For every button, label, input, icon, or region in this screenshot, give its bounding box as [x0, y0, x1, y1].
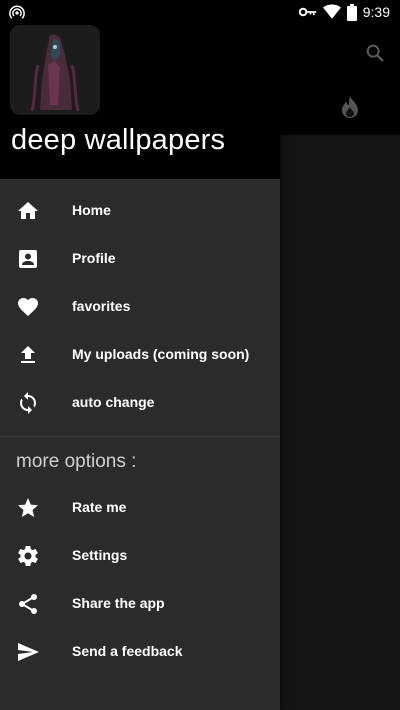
- avatar-artwork: [10, 25, 100, 115]
- battery-icon: [346, 3, 357, 21]
- star-icon: [18, 498, 38, 517]
- menu-item-label: Send a feedback: [72, 643, 183, 659]
- section-title-text: more options :: [16, 451, 137, 472]
- app-avatar[interactable]: [10, 25, 100, 115]
- more-options-heading: more options :: [0, 437, 280, 485]
- heart-icon: [18, 298, 38, 316]
- menu-item-label: Rate me: [72, 499, 127, 515]
- menu-item-settings[interactable]: Settings: [0, 532, 280, 580]
- menu-item-label: auto change: [72, 394, 155, 410]
- menu-item-rate-me[interactable]: Rate me: [0, 484, 280, 532]
- status-bar: 9:39: [0, 0, 400, 24]
- profile-icon: [19, 250, 37, 268]
- home-icon: [18, 202, 38, 219]
- menu-item-label: Home: [72, 202, 111, 218]
- menu-item-label: favorites: [72, 298, 131, 314]
- fire-icon[interactable]: [340, 95, 360, 119]
- share-icon: [19, 594, 37, 614]
- drawer-header: deep wallpapers: [0, 0, 280, 179]
- menu-item-label: My uploads (coming soon): [72, 346, 250, 362]
- menu-item-home[interactable]: Home: [0, 187, 280, 235]
- app-title: deep wallpapers: [11, 124, 226, 156]
- drawer-main-menu: Home Profile favorites My uploads (comin…: [0, 187, 280, 485]
- menu-item-label: Settings: [72, 547, 128, 563]
- menu-item-label: Profile: [72, 250, 116, 266]
- navigation-drawer: deep wallpapers Home Profile favorites M…: [0, 0, 280, 710]
- menu-item-profile[interactable]: Profile: [0, 235, 280, 283]
- hotspot-icon: [9, 5, 25, 19]
- send-icon: [18, 643, 39, 661]
- menu-item-favorites[interactable]: favorites: [0, 283, 280, 331]
- key-icon: [298, 7, 316, 17]
- menu-item-label: Share the app: [72, 595, 165, 611]
- status-time: 9:39: [362, 4, 390, 20]
- wifi-icon: [322, 4, 341, 19]
- menu-item-my-uploads[interactable]: My uploads (coming soon): [0, 331, 280, 379]
- search-icon[interactable]: [364, 42, 386, 64]
- upload-icon: [21, 346, 35, 363]
- sync-icon: [20, 392, 36, 414]
- menu-item-auto-change[interactable]: auto change: [0, 379, 280, 427]
- gear-icon: [18, 546, 38, 566]
- drawer-more-menu: Rate me Settings Share the app Send a fe…: [0, 484, 280, 676]
- menu-item-send-feedback[interactable]: Send a feedback: [0, 628, 280, 676]
- menu-item-share[interactable]: Share the app: [0, 580, 280, 628]
